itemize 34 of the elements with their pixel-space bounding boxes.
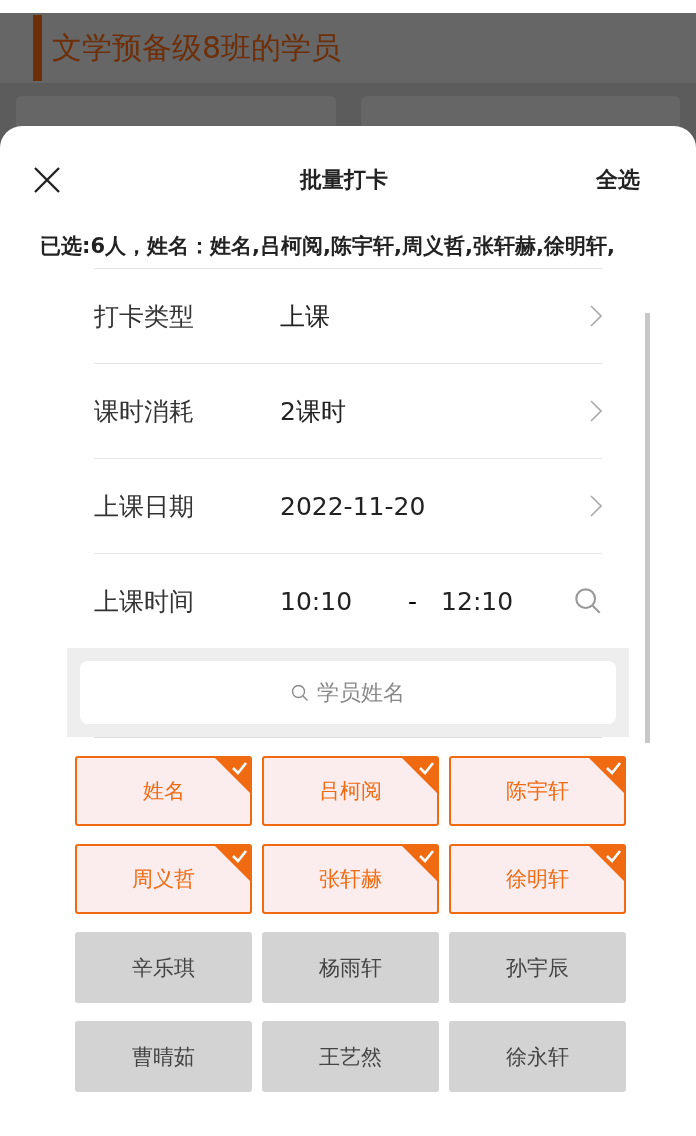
field-value[interactable]: 2022-11-20	[280, 491, 590, 521]
check-corner-icon	[589, 846, 624, 881]
chevron-right-icon	[590, 400, 602, 422]
select-all-button[interactable]: 全选	[596, 165, 640, 195]
end-time[interactable]: 12:10	[441, 586, 514, 616]
student-chip[interactable]: 辛乐琪	[75, 932, 252, 1003]
chevron-right-icon	[590, 495, 602, 517]
check-corner-icon	[402, 758, 437, 793]
start-time[interactable]: 10:10	[280, 586, 353, 616]
sheet-title: 批量打卡	[300, 166, 388, 194]
close-icon[interactable]	[32, 165, 62, 195]
time-separator: -	[408, 586, 418, 616]
chevron-right-icon	[590, 305, 602, 327]
field-label: 课时消耗	[94, 395, 195, 428]
search-field[interactable]: 学员姓名	[80, 661, 616, 724]
student-chip[interactable]: 王艺然	[262, 1021, 439, 1092]
field-label: 上课时间	[94, 585, 195, 618]
check-corner-icon	[215, 758, 250, 793]
selection-summary: 已选:6人，姓名：姓名,吕柯阅,陈宇轩,周义哲,张轩赫,徐明轩,	[39, 233, 616, 260]
student-chip[interactable]: 曹晴茹	[75, 1021, 252, 1092]
check-corner-icon	[402, 846, 437, 881]
student-chip[interactable]: 徐永轩	[449, 1021, 626, 1092]
search-icon	[291, 683, 309, 702]
check-corner-icon	[215, 846, 250, 881]
field-label: 打卡类型	[94, 300, 195, 333]
page-title: 文学预备级8班的学员	[52, 28, 342, 67]
accent-bar	[33, 15, 42, 81]
field-value[interactable]: 2课时	[280, 394, 590, 428]
student-chip[interactable]: 杨雨轩	[262, 932, 439, 1003]
check-corner-icon	[589, 758, 624, 793]
field-label: 上课日期	[94, 490, 195, 523]
student-chip[interactable]: 孙宇辰	[449, 932, 626, 1003]
search-icon	[574, 587, 602, 615]
field-value[interactable]: 上课	[280, 299, 590, 333]
